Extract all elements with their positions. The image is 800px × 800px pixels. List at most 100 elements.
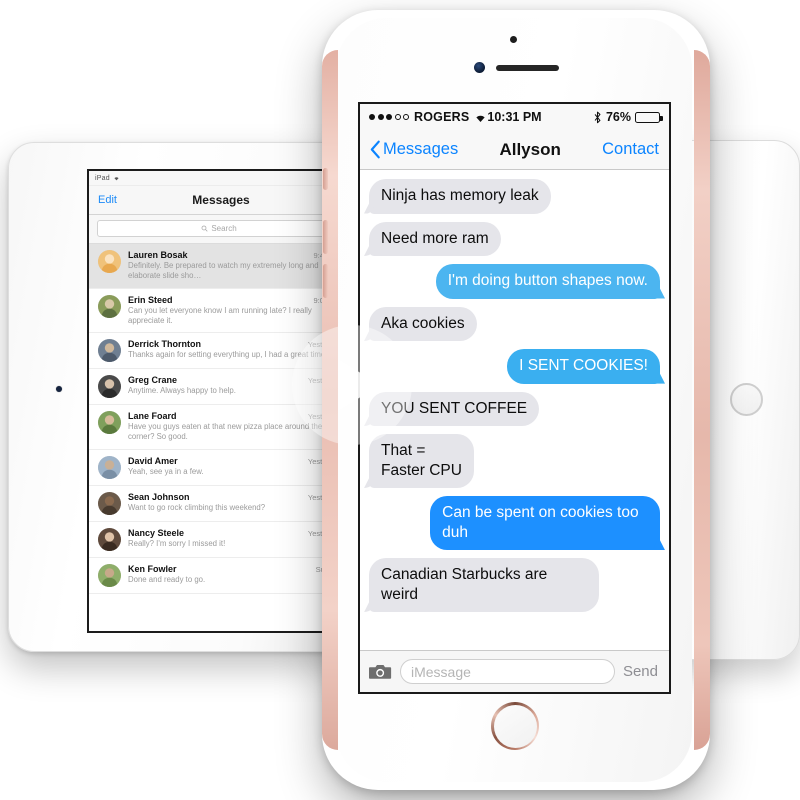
- contact-name: Derrick Thornton: [128, 339, 202, 350]
- contact-name: Erin Steed: [128, 294, 173, 305]
- conversation-body: David Amer Yesterday Yeah, see ya in a f…: [128, 456, 341, 477]
- conversation-body: Lane Foard Yesterday Have you guys eaten…: [128, 411, 341, 443]
- message-row: I SENT COOKIES!: [369, 349, 660, 384]
- message-preview: Done and ready to go.: [128, 574, 206, 584]
- message-preview: Have you guys eaten at that new pizza pl…: [128, 422, 323, 442]
- imessage-input-bar: iMessage Send: [360, 650, 669, 692]
- avatar: [98, 527, 121, 551]
- message-preview: Want to go rock climbing this weekend?: [128, 502, 266, 512]
- contact-name: Greg Crane: [128, 375, 178, 386]
- conversation-header: Erin Steed 9:03 AM: [128, 295, 341, 305]
- message-thread[interactable]: Ninja has memory leak Need more ram I'm do…: [360, 170, 669, 650]
- ipad-device-label: iPad: [95, 174, 110, 182]
- conversation-header: Greg Crane Yesterday: [128, 375, 341, 385]
- ipad-edit-button[interactable]: Edit: [98, 194, 117, 206]
- back-button-label: Messages: [383, 140, 459, 158]
- outgoing-message-bubble[interactable]: I'm doing button shapes now.: [435, 264, 660, 299]
- avatar: [98, 411, 121, 435]
- volume-down-button[interactable]: [323, 264, 328, 298]
- battery-percentage-label: 76%: [605, 110, 631, 124]
- iphone-device: ROGERS 10:31 PM 76% Messages Allyson Con…: [322, 10, 710, 790]
- conversation-header: Nancy Steele Yesterday: [128, 528, 341, 538]
- message-row: That = Faster CPU: [369, 434, 660, 489]
- ipad-conversation-list[interactable]: Lauren Bosak 9:41 AM Definitely. Be prep…: [89, 244, 349, 594]
- conversation-row[interactable]: Nancy Steele Yesterday Really? I'm sorry…: [89, 522, 349, 558]
- avatar: [98, 375, 121, 399]
- avatar: [98, 250, 121, 273]
- iphone-right-rail: [694, 50, 710, 750]
- battery-icon: [635, 111, 663, 123]
- conversation-row[interactable]: Sean Johnson Yesterday Want to go rock c…: [89, 486, 349, 522]
- screenshot-stage: iPad Edit Messages Search Lauren Bosak 9…: [0, 0, 800, 800]
- message-preview: Can you let everyone know I am running l…: [128, 305, 312, 325]
- avatar: [98, 491, 121, 515]
- imessage-placeholder: iMessage: [411, 663, 471, 680]
- iphone-front-camera-icon: [474, 62, 485, 73]
- background-ipad-home-button[interactable]: [730, 383, 763, 416]
- conversation-body: Sean Johnson Yesterday Want to go rock c…: [128, 492, 341, 513]
- conversation-header: Sean Johnson Yesterday: [128, 492, 341, 502]
- outgoing-message-bubble[interactable]: Can be spent on cookies too duh: [430, 496, 660, 551]
- iphone-earpiece-speaker: [496, 65, 559, 71]
- incoming-message-bubble[interactable]: That = Faster CPU: [369, 434, 474, 489]
- conversation-row[interactable]: Erin Steed 9:03 AM Can you let everyone …: [89, 289, 349, 334]
- back-to-messages-button[interactable]: Messages: [370, 140, 458, 159]
- avatar: [98, 294, 121, 318]
- send-button[interactable]: Send: [623, 663, 660, 680]
- ipad-front-camera-icon: [56, 386, 62, 392]
- outgoing-message-bubble[interactable]: I SENT COOKIES!: [507, 349, 660, 384]
- conversation-header: Ken Fowler Sunday: [128, 564, 341, 574]
- ipad-search-input[interactable]: Search: [97, 220, 341, 237]
- home-button-inner: [493, 704, 537, 748]
- message-preview: Thanks again for setting everything up, …: [128, 350, 328, 360]
- message-row: Need more ram: [369, 221, 660, 257]
- conversation-body: Ken Fowler Sunday Done and ready to go.: [128, 564, 341, 585]
- message-row: YOU SENT COFFEE: [369, 391, 660, 427]
- contact-button[interactable]: Contact: [602, 140, 659, 159]
- ipad-screen: iPad Edit Messages Search Lauren Bosak 9…: [87, 169, 349, 633]
- conversation-body: Erin Steed 9:03 AM Can you let everyone …: [128, 295, 341, 327]
- conversation-row[interactable]: Greg Crane Yesterday Anytime. Always hap…: [89, 369, 349, 406]
- ipad-device: iPad Edit Messages Search Lauren Bosak 9…: [8, 142, 353, 652]
- incoming-message-bubble[interactable]: YOU SENT COFFEE: [369, 391, 540, 427]
- message-row: Canadian Starbucks are weird: [369, 558, 660, 613]
- volume-up-button[interactable]: [323, 220, 328, 254]
- iphone-screen: ROGERS 10:31 PM 76% Messages Allyson Con…: [358, 102, 671, 694]
- incoming-message-bubble[interactable]: Ninja has memory leak: [369, 179, 551, 214]
- avatar: [98, 563, 121, 587]
- message-preview: Really? I'm sorry I missed it!: [128, 538, 226, 548]
- conversation-body: Nancy Steele Yesterday Really? I'm sorry…: [128, 528, 341, 549]
- message-row: Can be spent on cookies too duh: [369, 496, 660, 551]
- ipad-status-bar: iPad: [89, 171, 349, 186]
- incoming-message-bubble[interactable]: Aka cookies: [369, 306, 477, 342]
- status-bar-right-group: 76%: [593, 110, 663, 124]
- ipad-search-placeholder: Search: [211, 224, 237, 233]
- conversation-row[interactable]: Derrick Thornton Yesterday Thanks again …: [89, 333, 349, 370]
- conversation-row[interactable]: Lauren Bosak 9:41 AM Definitely. Be prep…: [89, 244, 349, 289]
- message-row: Ninja has memory leak: [369, 179, 660, 214]
- avatar: [98, 455, 121, 479]
- ipad-nav-bar: Edit Messages: [89, 186, 349, 215]
- contact-name: Nancy Steele: [128, 527, 185, 538]
- imessage-text-input[interactable]: iMessage: [400, 659, 615, 684]
- iphone-left-rail: [322, 50, 338, 750]
- chevron-left-icon: [370, 140, 380, 159]
- incoming-message-bubble[interactable]: Need more ram: [369, 221, 501, 257]
- message-preview: Anytime. Always happy to help.: [128, 386, 236, 396]
- camera-icon[interactable]: [369, 662, 392, 681]
- contact-name: Sean Johnson: [128, 491, 190, 502]
- search-icon: [201, 225, 208, 232]
- conversation-row[interactable]: Ken Fowler Sunday Done and ready to go.: [89, 558, 349, 594]
- iphone-home-button[interactable]: [491, 702, 539, 750]
- bluetooth-icon: [594, 111, 601, 123]
- avatar: [98, 339, 121, 363]
- conversation-row[interactable]: Lane Foard Yesterday Have you guys eaten…: [89, 405, 349, 450]
- conversation-header: David Amer Yesterday: [128, 456, 341, 466]
- message-preview: Yeah, see ya in a few.: [128, 466, 204, 476]
- ios-status-bar: ROGERS 10:31 PM 76%: [360, 104, 669, 130]
- conversation-row[interactable]: David Amer Yesterday Yeah, see ya in a f…: [89, 450, 349, 486]
- conversation-body: Lauren Bosak 9:41 AM Definitely. Be prep…: [128, 250, 341, 282]
- mute-switch[interactable]: [323, 168, 328, 190]
- incoming-message-bubble[interactable]: Canadian Starbucks are weird: [369, 558, 599, 613]
- ipad-page-title: Messages: [192, 193, 250, 207]
